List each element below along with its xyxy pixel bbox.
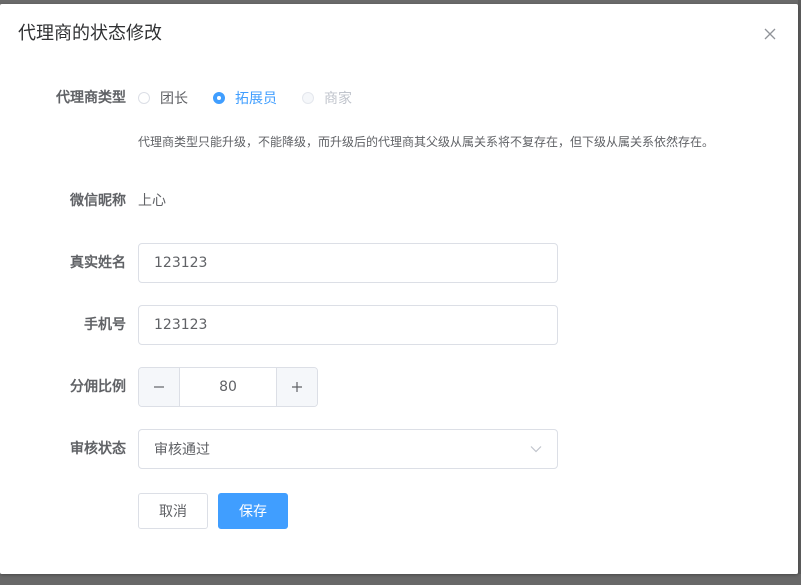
commission-ratio-label: 分佣比例 bbox=[70, 379, 126, 395]
increase-button[interactable] bbox=[276, 368, 317, 406]
real-name-input[interactable] bbox=[138, 243, 558, 283]
close-button[interactable] bbox=[760, 24, 780, 44]
radio-label: 拓展员 bbox=[235, 91, 277, 107]
radio-circle-checked-icon bbox=[213, 92, 225, 104]
decrease-button[interactable] bbox=[139, 368, 180, 406]
radio-merchant: 商家 bbox=[302, 88, 352, 108]
minus-icon bbox=[154, 386, 164, 388]
wechat-nickname-value: 上心 bbox=[138, 193, 166, 209]
radio-label: 商家 bbox=[324, 91, 352, 107]
radio-team-leader[interactable]: 团长 bbox=[138, 88, 188, 108]
chevron-down-icon bbox=[530, 446, 542, 453]
dialog-title: 代理商的状态修改 bbox=[18, 23, 162, 44]
real-name-label: 真实姓名 bbox=[70, 255, 126, 271]
radio-promoter[interactable]: 拓展员 bbox=[213, 88, 277, 108]
radio-label: 团长 bbox=[160, 91, 188, 107]
wechat-nickname-label: 微信昵称 bbox=[70, 193, 126, 209]
radio-circle-icon bbox=[138, 92, 150, 104]
close-icon bbox=[764, 28, 776, 40]
commission-ratio-stepper: 80 bbox=[138, 367, 318, 407]
backdrop-bottom bbox=[0, 574, 801, 585]
agent-type-hint: 代理商类型只能升级，不能降级，而升级后的代理商其父级从属关系将不复存在，但下级从… bbox=[138, 135, 715, 149]
phone-label: 手机号 bbox=[84, 317, 126, 333]
review-status-label: 审核状态 bbox=[70, 441, 126, 457]
radio-circle-disabled-icon bbox=[302, 92, 314, 104]
phone-input[interactable] bbox=[138, 305, 558, 345]
plus-icon bbox=[292, 382, 302, 392]
review-status-select[interactable]: 审核通过 bbox=[138, 429, 558, 469]
commission-ratio-value[interactable]: 80 bbox=[180, 368, 276, 406]
agent-status-dialog: 代理商的状态修改 代理商类型 团长 拓展员 商家 代理商类型只能升级，不能降级，… bbox=[0, 4, 798, 574]
agent-type-radio-group: 团长 拓展员 商家 bbox=[138, 88, 377, 108]
save-button[interactable]: 保存 bbox=[218, 493, 288, 529]
review-status-value: 审核通过 bbox=[154, 442, 210, 458]
agent-type-label: 代理商类型 bbox=[56, 90, 126, 106]
cancel-button[interactable]: 取消 bbox=[138, 493, 208, 529]
